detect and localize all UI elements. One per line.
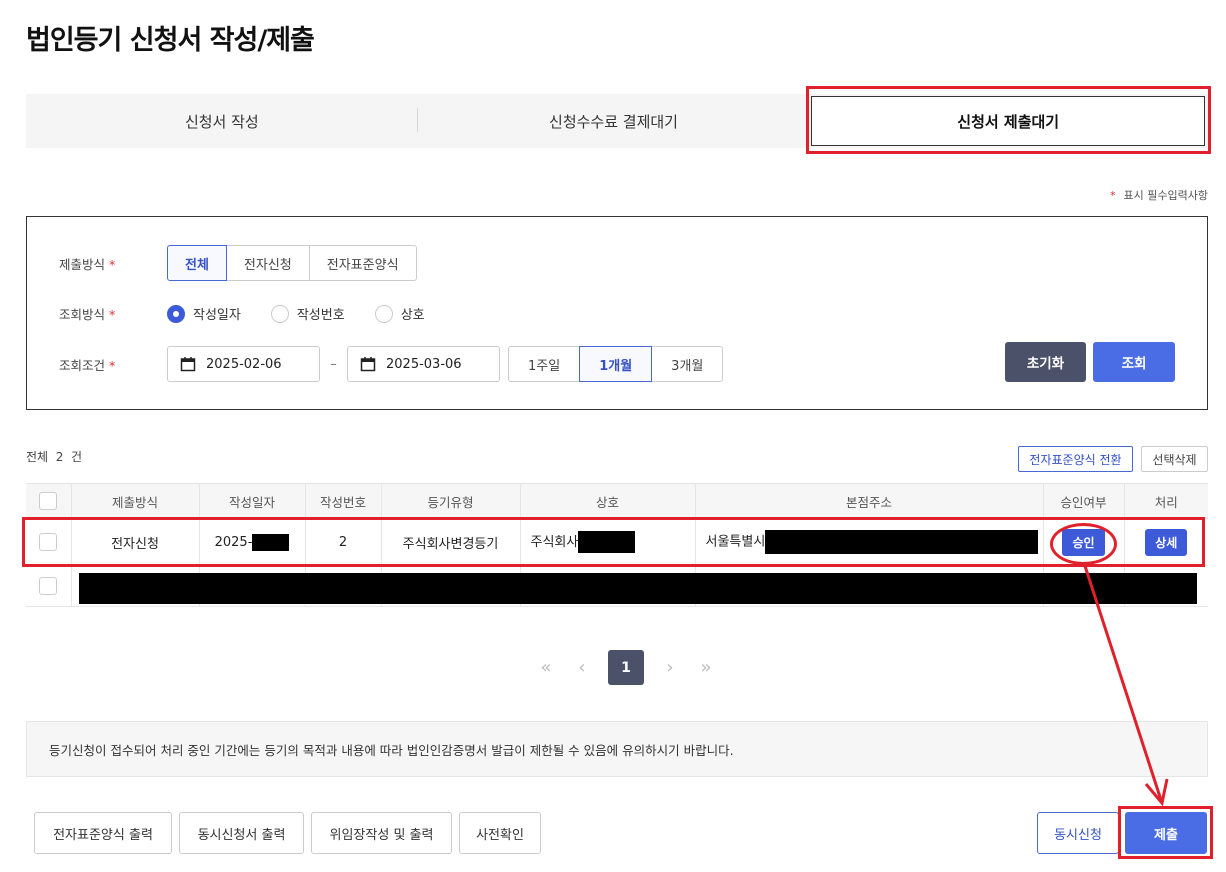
date-from-field[interactable]: 2025-02-06 (167, 346, 320, 382)
period-segmented: 1주일 1개월 3개월 (508, 346, 724, 382)
col-company-name: 상호 (520, 483, 696, 519)
prev-page-icon[interactable]: ‹ (564, 650, 600, 685)
print-simultaneous-button[interactable]: 동시신청서 출력 (179, 812, 304, 854)
calendar-icon (360, 357, 376, 372)
col-registration-type: 등기유형 (381, 483, 521, 519)
reset-button[interactable]: 초기화 (1005, 342, 1086, 382)
query-condition-label: 조회조건 * (59, 357, 116, 373)
query-method-row: 조회방식 * 작성일자 작성번호 상호 (59, 304, 455, 323)
submit-method-row: 제출방식 * 전체 전자신청 전자표준양식 (59, 245, 417, 281)
submit-method-all-button[interactable]: 전체 (167, 245, 227, 281)
search-button[interactable]: 조회 (1093, 342, 1175, 382)
col-created-number: 작성번호 (305, 483, 382, 519)
col-created-date: 작성일자 (199, 483, 306, 519)
simultaneous-apply-button[interactable]: 동시신청 (1037, 812, 1119, 854)
col-head-office-address: 본점주소 (695, 483, 1044, 519)
print-standard-form-button[interactable]: 전자표준양식 출력 (34, 812, 172, 854)
radio-created-number[interactable]: 작성번호 (270, 304, 345, 323)
notice-box: 등기신청이 접수되어 처리 중인 기간에는 등기의 목적과 내용에 따라 법인인… (26, 721, 1208, 777)
period-1month-button[interactable]: 1개월 (579, 346, 653, 382)
radio-created-date[interactable]: 작성일자 (167, 304, 241, 323)
required-star: * (1110, 189, 1116, 202)
last-page-icon[interactable]: » (688, 650, 724, 685)
row-checkbox[interactable] (39, 577, 58, 595)
row-select-cell (26, 565, 72, 607)
proxy-write-print-button[interactable]: 위임장작성 및 출력 (311, 812, 452, 854)
search-panel: 제출방식 * 전체 전자신청 전자표준양식 조회방식 * 작성일자 작성번호 상호 … (26, 216, 1208, 410)
calendar-icon (180, 357, 196, 372)
submit-method-segmented: 전체 전자신청 전자표준양식 (167, 245, 417, 281)
col-submit-method: 제출방식 (71, 483, 200, 519)
total-count: 전체 2 건 (26, 450, 83, 464)
query-method-label: 조회방식 * (59, 307, 116, 322)
annotation-arrow-head (1144, 778, 1169, 807)
precheck-button[interactable]: 사전확인 (459, 812, 541, 854)
period-3month-button[interactable]: 3개월 (651, 346, 724, 382)
highlight-oval-approval (1050, 523, 1117, 565)
highlight-box-tab (806, 86, 1211, 154)
radio-company-name[interactable]: 상호 (374, 304, 425, 323)
required-note: * 표시 필수입력사항 (1110, 187, 1208, 203)
submit-method-electronic-button[interactable]: 전자신청 (225, 245, 310, 281)
table-header-row: 제출방식 작성일자 작성번호 등기유형 상호 본점주소 승인여부 처리 (26, 483, 1208, 519)
submit-method-standard-form-button[interactable]: 전자표준양식 (308, 245, 417, 281)
page-title: 법인등기 신청서 작성/제출 (26, 25, 315, 56)
period-1week-button[interactable]: 1주일 (508, 346, 581, 382)
radio-unchecked-icon (270, 304, 289, 323)
submit-method-label: 제출방식 * (59, 256, 116, 272)
redacted-row-block (79, 573, 1197, 604)
pagination: « ‹ 1 › » (528, 650, 724, 685)
highlight-box-row (22, 517, 1205, 567)
required-note-text: 표시 필수입력사항 (1123, 189, 1208, 202)
col-action: 처리 (1124, 483, 1208, 519)
page-1-button[interactable]: 1 (608, 650, 644, 685)
date-to-field[interactable]: 2025-03-06 (347, 346, 500, 382)
delete-selected-button[interactable]: 선택삭제 (1141, 446, 1208, 472)
select-all-checkbox[interactable] (39, 492, 58, 510)
radio-checked-icon (167, 304, 185, 323)
radio-unchecked-icon (374, 304, 393, 323)
date-range-separator: – (330, 356, 337, 372)
select-all-cell (26, 483, 72, 519)
convert-standard-form-button[interactable]: 전자표준양식 전환 (1018, 446, 1133, 472)
tab-application-write[interactable]: 신청서 작성 (26, 94, 418, 148)
tab-fee-payment-pending[interactable]: 신청수수료 결제대기 (418, 94, 810, 148)
col-approval: 승인여부 (1043, 483, 1125, 519)
highlight-box-submit (1118, 806, 1213, 859)
first-page-icon[interactable]: « (528, 650, 564, 685)
next-page-icon[interactable]: › (652, 650, 688, 685)
query-condition-row: 조회조건 * 2025-02-06 – 2025-03-06 1주일 1개월 3개… (59, 346, 724, 382)
